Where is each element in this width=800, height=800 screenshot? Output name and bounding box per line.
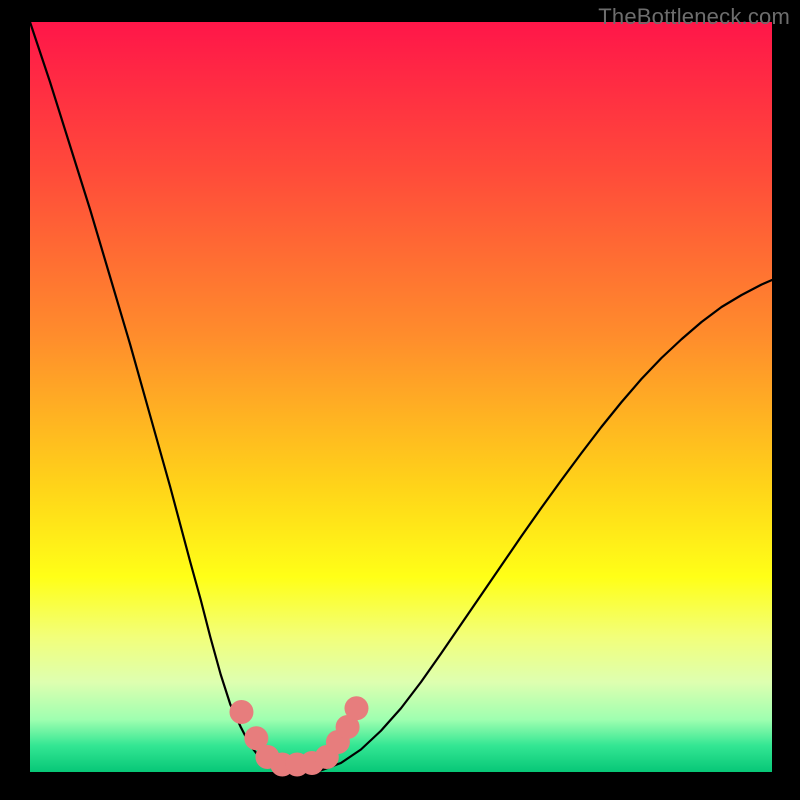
watermark-text: TheBottleneck.com [598,4,790,30]
chart-canvas [0,0,800,800]
plot-background [30,22,772,772]
marker-dot [229,700,253,724]
chart-stage: TheBottleneck.com [0,0,800,800]
marker-dot [344,696,368,720]
